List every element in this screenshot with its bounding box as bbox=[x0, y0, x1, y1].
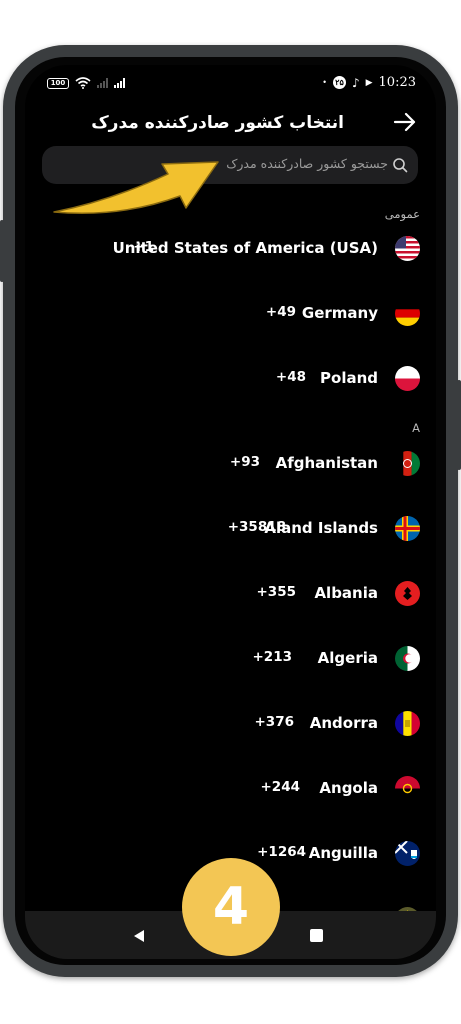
country-row-poland[interactable]: +48 Poland bbox=[25, 360, 436, 400]
arrow-right-icon[interactable] bbox=[392, 109, 418, 135]
country-name: Aland Islands bbox=[264, 519, 378, 537]
country-row-afghanistan[interactable]: +93 Afghanistan bbox=[25, 445, 436, 485]
section-label-general: عمومی bbox=[384, 207, 420, 221]
country-code: +376 bbox=[254, 714, 295, 730]
de-flag-icon bbox=[395, 301, 420, 326]
country-name: Albania bbox=[314, 584, 378, 602]
section-label-a: A bbox=[412, 421, 420, 435]
pl-flag-icon bbox=[395, 366, 420, 391]
us-flag-icon bbox=[395, 236, 420, 261]
nav-recent-apps-icon[interactable] bbox=[310, 929, 323, 942]
country-code: +48 bbox=[275, 369, 306, 385]
country-name: United States of America (USA) bbox=[112, 239, 378, 257]
country-name: Germany bbox=[301, 304, 378, 322]
signal-icon bbox=[114, 78, 125, 88]
country-row-albania[interactable]: +355 Albania bbox=[25, 575, 436, 615]
header: انتخاب کشور صادرکننده مدرک bbox=[25, 109, 436, 143]
country-code: +93 bbox=[229, 454, 260, 470]
country-name: Andorra bbox=[309, 714, 378, 732]
wifi-icon bbox=[75, 77, 91, 89]
ax-flag-icon bbox=[395, 516, 420, 541]
phone-side-button-right bbox=[457, 380, 461, 470]
status-left-group: 100 bbox=[47, 77, 125, 89]
battery-icon: 100 bbox=[47, 77, 69, 89]
ai-flag-icon bbox=[395, 841, 420, 866]
step-number-badge: 4 bbox=[182, 858, 280, 956]
phone-side-button-left bbox=[0, 220, 4, 282]
country-code: +213 bbox=[252, 649, 293, 665]
play-icon: ▶ bbox=[365, 77, 373, 88]
country-row-angola[interactable]: +244 Angola bbox=[25, 770, 436, 810]
signal-icon-secondary bbox=[97, 78, 108, 88]
nav-back-icon[interactable] bbox=[132, 929, 146, 943]
tutorial-arrow-icon bbox=[53, 161, 219, 214]
country-name: Anguilla bbox=[308, 844, 378, 862]
country-name: Afghanistan bbox=[275, 454, 378, 472]
country-name: Poland bbox=[320, 369, 378, 387]
search-placeholder: جستجو کشور صادرکننده مدرک bbox=[226, 156, 388, 171]
country-code: +244 bbox=[260, 779, 301, 795]
country-name: Algeria bbox=[317, 649, 378, 667]
battery-level: 100 bbox=[50, 78, 66, 87]
country-code: +1264 bbox=[257, 844, 306, 860]
status-time: 10:23 bbox=[378, 75, 416, 90]
country-code: +49 bbox=[265, 304, 296, 320]
dot-icon: • bbox=[322, 78, 327, 87]
country-row-aland-islands[interactable]: +35818 Aland Islands bbox=[25, 510, 436, 550]
country-name: Angola bbox=[319, 779, 378, 797]
search-icon bbox=[393, 158, 408, 173]
ao-flag-icon bbox=[395, 776, 420, 801]
country-row-usa[interactable]: +1 United States of America (USA) bbox=[25, 230, 436, 270]
ad-flag-icon bbox=[395, 711, 420, 736]
af-flag-icon bbox=[395, 451, 420, 476]
country-row-algeria[interactable]: +213 Algeria bbox=[25, 640, 436, 680]
notification-icon: ۲۵ bbox=[332, 76, 346, 89]
page-title: انتخاب کشور صادرکننده مدرک bbox=[91, 113, 344, 133]
dz-flag-icon bbox=[395, 646, 420, 671]
country-row-andorra[interactable]: +376 Andorra bbox=[25, 705, 436, 745]
al-flag-icon bbox=[395, 581, 420, 606]
status-right-group: • ۲۵ ♪ ▶ 10:23 bbox=[322, 75, 416, 90]
music-icon: ♪ bbox=[351, 75, 360, 90]
country-row-germany[interactable]: +49 Germany bbox=[25, 295, 436, 335]
status-bar: 100 • ۲۵ ♪ ▶ 10:23 bbox=[25, 73, 436, 95]
country-code: +355 bbox=[256, 584, 297, 600]
